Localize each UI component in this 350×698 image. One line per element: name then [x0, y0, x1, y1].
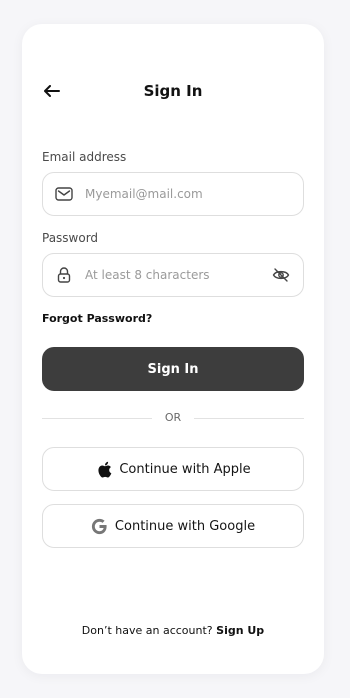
mail-icon [55, 185, 73, 203]
password-input[interactable] [83, 267, 271, 283]
header: Sign In [22, 82, 324, 100]
signup-prompt: Don’t have an account? Sign Up [22, 624, 324, 637]
continue-with-google-button[interactable]: Continue with Google [42, 504, 304, 548]
page-title: Sign In [143, 82, 203, 100]
divider-line-right [194, 418, 304, 419]
email-label: Email address [42, 150, 127, 164]
signup-prompt-text: Don’t have an account? [81, 624, 213, 637]
email-input[interactable] [83, 186, 303, 202]
google-icon [91, 517, 109, 535]
continue-with-apple-button[interactable]: Continue with Apple [42, 447, 304, 491]
lock-icon [55, 266, 73, 284]
apple-icon [95, 460, 113, 478]
eye-off-icon[interactable] [271, 265, 291, 285]
password-field[interactable] [42, 253, 304, 297]
email-field[interactable] [42, 172, 304, 216]
sign-up-link[interactable]: Sign Up [216, 624, 264, 637]
password-label: Password [42, 231, 99, 245]
apple-button-label: Continue with Apple [119, 461, 251, 477]
sign-in-button[interactable]: Sign In [42, 347, 304, 391]
or-divider: OR [42, 411, 304, 424]
forgot-password-link[interactable]: Forgot Password? [42, 312, 152, 325]
sign-in-card: Sign In Email address Password [22, 24, 324, 674]
google-button-label: Continue with Google [114, 518, 256, 534]
